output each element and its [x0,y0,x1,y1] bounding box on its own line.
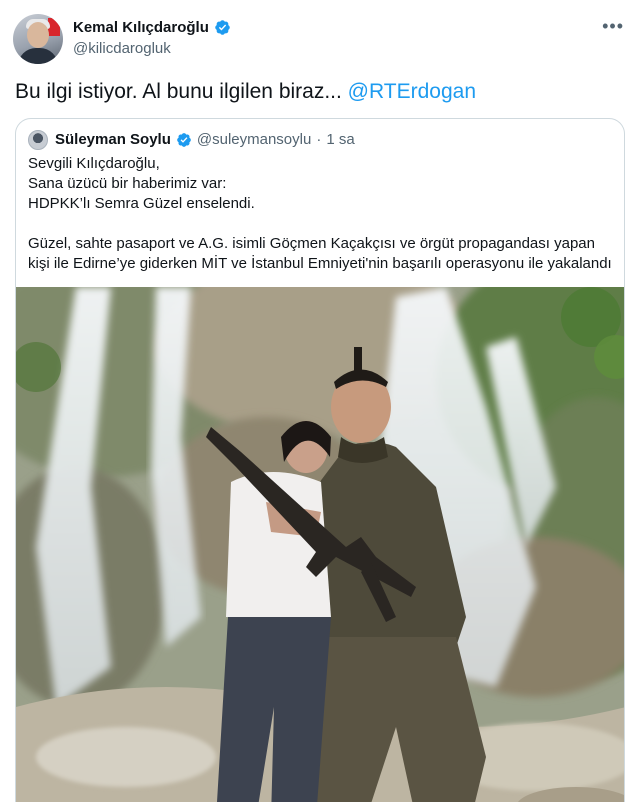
quoted-display-name[interactable]: Süleyman Soylu [55,131,171,148]
quoted-separator: · [316,131,322,148]
quoted-text-line: Sevgili Kılıçdaroğlu, [28,155,160,172]
tweet-text: Bu ilgi istiyor. Al bunu ilgilen biraz..… [15,79,476,105]
quoted-author-avatar[interactable] [28,130,48,150]
verified-badge-icon [177,132,191,147]
quoted-timestamp[interactable]: 1 sa [326,131,354,148]
quoted-text-line: Sana üzücü bir haberimiz var: [28,175,227,192]
author-name-row: Kemal Kılıçdaroğlu [73,19,231,36]
quoted-text-line: kişi ile Edirne’ye giderken MİT ve İstan… [28,255,612,272]
quoted-text-line: Güzel, sahte pasaport ve A.G. isimli Göç… [28,235,595,252]
attached-photo-icon[interactable] [16,287,624,802]
tweet-card: Kemal Kılıçdaroğlu @kilicdarogluk ••• Bu… [0,0,638,802]
tweet-text-body: Bu ilgi istiyor. Al bunu ilgilen biraz..… [15,80,348,103]
photo-scene [16,287,624,802]
quoted-handle[interactable]: @suleymansoylu [197,131,311,148]
quoted-text-line: HDPKK’lı Semra Güzel enselendi. [28,195,255,212]
quoted-tweet[interactable]: Süleyman Soylu @suleymansoylu · 1 sa Sev… [15,118,625,802]
verified-badge-icon [215,20,230,35]
author-avatar[interactable] [13,14,63,64]
tweet-mention-link[interactable]: @RTErdogan [348,80,476,103]
quoted-text-line [28,214,618,234]
more-options-icon[interactable]: ••• [602,17,624,35]
quoted-header: Süleyman Soylu @suleymansoylu · 1 sa [55,131,355,148]
author-display-name[interactable]: Kemal Kılıçdaroğlu [73,19,209,36]
quoted-text: Sevgili Kılıçdaroğlu, Sana üzücü bir hab… [28,154,618,274]
author-handle[interactable]: @kilicdarogluk [73,40,171,57]
